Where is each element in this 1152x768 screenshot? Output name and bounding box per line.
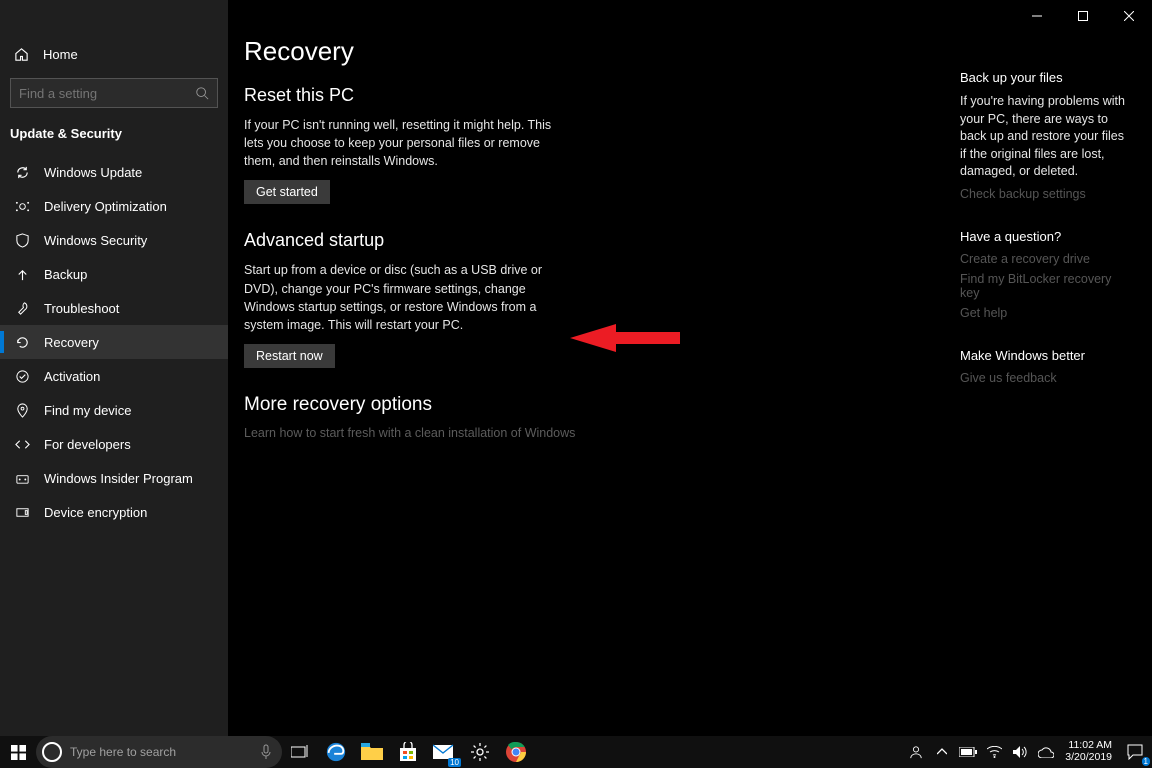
taskbar-app-mail[interactable]: 10 [426,736,462,768]
main-content: Recovery Reset this PC If your PC isn't … [244,36,914,440]
taskbar-app-chrome[interactable] [498,736,534,768]
sidebar-item-label: Find my device [44,403,131,418]
sidebar-item-activation[interactable]: Activation [0,359,228,393]
action-center-button[interactable]: 1 [1118,736,1152,768]
sidebar-item-label: Delivery Optimization [44,199,167,214]
page-title: Recovery [244,36,914,67]
mail-badge: 10 [448,758,461,767]
give-feedback-link[interactable]: Give us feedback [960,371,1130,385]
backup-icon [14,266,30,282]
sidebar-item-windows-update[interactable]: Windows Update [0,155,228,189]
sidebar-item-label: Activation [44,369,100,384]
search-icon [195,86,209,100]
sidebar-item-label: Windows Security [44,233,147,248]
encryption-icon [14,504,30,520]
delivery-icon [14,198,30,214]
shield-icon [14,232,30,248]
restart-now-button[interactable]: Restart now [244,344,335,368]
notification-badge: 1 [1142,757,1150,766]
sidebar-item-label: Windows Update [44,165,142,180]
clock-date: 3/20/2019 [1065,752,1112,764]
sidebar-item-label: Troubleshoot [44,301,119,316]
backup-heading: Back up your files [960,70,1130,85]
sidebar-item-label: Backup [44,267,87,282]
feedback-heading: Make Windows better [960,348,1130,363]
sidebar-item-insider-program[interactable]: Windows Insider Program [0,461,228,495]
taskbar-search-placeholder: Type here to search [70,745,176,759]
sidebar-item-label: Device encryption [44,505,147,520]
sidebar-item-for-developers[interactable]: For developers [0,427,228,461]
sidebar-item-delivery-optimization[interactable]: Delivery Optimization [0,189,228,223]
sidebar-nav: Windows Update Delivery Optimization Win… [0,155,228,529]
backup-body: If you're having problems with your PC, … [960,93,1130,181]
question-heading: Have a question? [960,229,1130,244]
get-help-link[interactable]: Get help [960,306,1130,320]
annotation-arrow [570,324,680,352]
right-panel: Back up your files If you're having prob… [960,70,1130,413]
find-bitlocker-key-link[interactable]: Find my BitLocker recovery key [960,272,1130,300]
sidebar-item-find-my-device[interactable]: Find my device [0,393,228,427]
tray-people-icon[interactable] [903,736,929,768]
search-input[interactable] [19,86,195,101]
check-backup-settings-link[interactable]: Check backup settings [960,187,1130,201]
sidebar-item-recovery[interactable]: Recovery [0,325,228,359]
sidebar-home[interactable]: Home [0,36,228,72]
troubleshoot-icon [14,300,30,316]
start-fresh-link[interactable]: Learn how to start fresh with a clean in… [244,426,914,440]
reset-body: If your PC isn't running well, resetting… [244,116,564,170]
minimize-button[interactable] [1014,0,1060,32]
sidebar-item-label: Recovery [44,335,99,350]
sidebar-item-backup[interactable]: Backup [0,257,228,291]
create-recovery-drive-link[interactable]: Create a recovery drive [960,252,1130,266]
advanced-body: Start up from a device or disc (such as … [244,261,564,334]
home-icon [14,47,29,62]
cortana-icon [42,742,62,762]
taskbar-app-store[interactable] [390,736,426,768]
activation-icon [14,368,30,384]
tray-overflow-icon[interactable] [929,736,955,768]
microphone-icon[interactable] [260,744,272,760]
developers-icon [14,436,30,452]
reset-heading: Reset this PC [244,85,914,106]
insider-icon [14,470,30,486]
taskbar: Type here to search 10 11:02 AM 3/ [0,736,1152,768]
sidebar-item-device-encryption[interactable]: Device encryption [0,495,228,529]
find-device-icon [14,402,30,418]
tray-volume-icon[interactable] [1007,736,1033,768]
more-options-heading: More recovery options [244,394,914,416]
sidebar-item-label: Windows Insider Program [44,471,193,486]
taskbar-app-explorer[interactable] [354,736,390,768]
get-started-button[interactable]: Get started [244,180,330,204]
tray-battery-icon[interactable] [955,736,981,768]
start-button[interactable] [0,736,36,768]
advanced-heading: Advanced startup [244,230,914,251]
sidebar: Home Update & Security Windows Update De… [0,0,228,736]
sidebar-item-troubleshoot[interactable]: Troubleshoot [0,291,228,325]
taskbar-app-edge[interactable] [318,736,354,768]
taskbar-search[interactable]: Type here to search [36,736,282,768]
sidebar-section-title: Update & Security [0,118,228,155]
task-view-button[interactable] [282,736,318,768]
recovery-icon [14,334,30,350]
maximize-button[interactable] [1060,0,1106,32]
sync-icon [14,164,30,180]
sidebar-home-label: Home [43,47,78,62]
taskbar-clock[interactable]: 11:02 AM 3/20/2019 [1059,740,1118,763]
taskbar-app-settings[interactable] [462,736,498,768]
sidebar-item-label: For developers [44,437,131,452]
close-button[interactable] [1106,0,1152,32]
tray-onedrive-icon[interactable] [1033,736,1059,768]
tray-wifi-icon[interactable] [981,736,1007,768]
sidebar-search[interactable] [10,78,218,108]
sidebar-item-windows-security[interactable]: Windows Security [0,223,228,257]
